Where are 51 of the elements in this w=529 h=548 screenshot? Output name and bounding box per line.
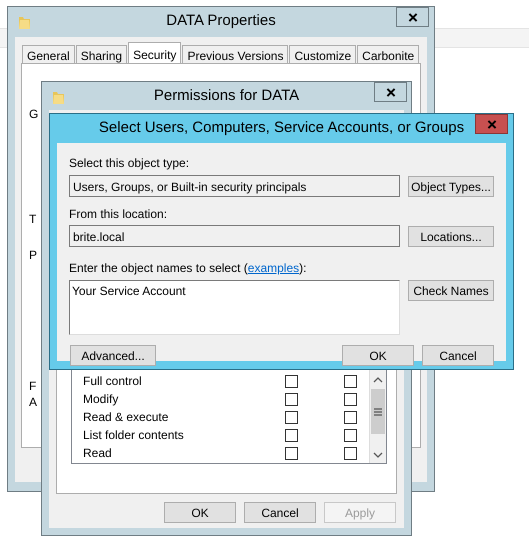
names-input[interactable]: Your Service Account	[69, 280, 400, 335]
window-title: Permissions for DATA	[154, 86, 300, 106]
deny-checkbox[interactable]	[344, 428, 357, 442]
field-label: Enter the object names to select (examples):	[69, 260, 308, 277]
allow-checkbox[interactable]	[285, 392, 298, 406]
close-icon	[408, 12, 418, 22]
label-text: G	[29, 106, 38, 123]
permission-name: Read & execute	[82, 409, 170, 426]
deny-checkbox[interactable]	[344, 410, 357, 424]
tab[interactable]: General	[22, 45, 75, 63]
permission-name: Modify	[82, 391, 120, 408]
permission-name: List folder contents	[82, 427, 185, 444]
close-icon	[386, 88, 396, 96]
close-button[interactable]	[374, 82, 407, 102]
field-label: Select this object type:	[69, 155, 190, 172]
permission-name: Read	[82, 445, 113, 462]
window-title: Select Users, Computers, Service Accounts, or Groups	[98, 118, 464, 138]
deny-checkbox[interactable]	[344, 374, 357, 388]
allow-checkbox[interactable]	[285, 446, 298, 460]
deny-checkbox[interactable]	[344, 446, 357, 460]
cancel-button[interactable]: Cancel	[422, 345, 494, 366]
tab[interactable]: Carbonite	[357, 45, 420, 63]
tab[interactable]: Customize	[289, 45, 356, 63]
permission-name: Full control	[82, 373, 143, 390]
object-type-field[interactable]: Users, Groups, or Built-in security principals	[69, 175, 400, 197]
scrollbar[interactable]	[369, 370, 386, 463]
examples-link[interactable]: examples	[248, 261, 300, 275]
advanced-button[interactable]: Advanced...	[70, 345, 156, 366]
check-names-button[interactable]: Check Names	[408, 280, 494, 301]
label-text: F	[29, 378, 36, 395]
label-text: P	[29, 247, 38, 264]
label-text: T	[29, 211, 36, 228]
allow-checkbox[interactable]	[285, 374, 298, 388]
dialog-button[interactable]: OK	[164, 502, 236, 523]
label-text: A	[29, 394, 38, 411]
tab[interactable]: Previous Versions	[182, 45, 288, 63]
deny-checkbox[interactable]	[344, 392, 357, 406]
dialog-button[interactable]: Cancel	[244, 502, 316, 523]
scroll-thumb[interactable]	[371, 389, 385, 434]
close-button[interactable]	[396, 7, 429, 27]
allow-checkbox[interactable]	[285, 428, 298, 442]
tab[interactable]: Sharing	[76, 45, 128, 63]
location-field[interactable]: brite.local	[69, 225, 400, 247]
close-icon	[486, 120, 496, 128]
ok-button[interactable]: OK	[342, 345, 414, 366]
locations-button[interactable]: Locations...	[408, 226, 494, 247]
field-label: From this location:	[69, 206, 168, 223]
allow-checkbox[interactable]	[285, 410, 298, 424]
tab[interactable]: Security	[128, 42, 182, 63]
window-title: DATA Properties	[166, 10, 276, 31]
object-types-button[interactable]: Object Types...	[408, 176, 494, 197]
